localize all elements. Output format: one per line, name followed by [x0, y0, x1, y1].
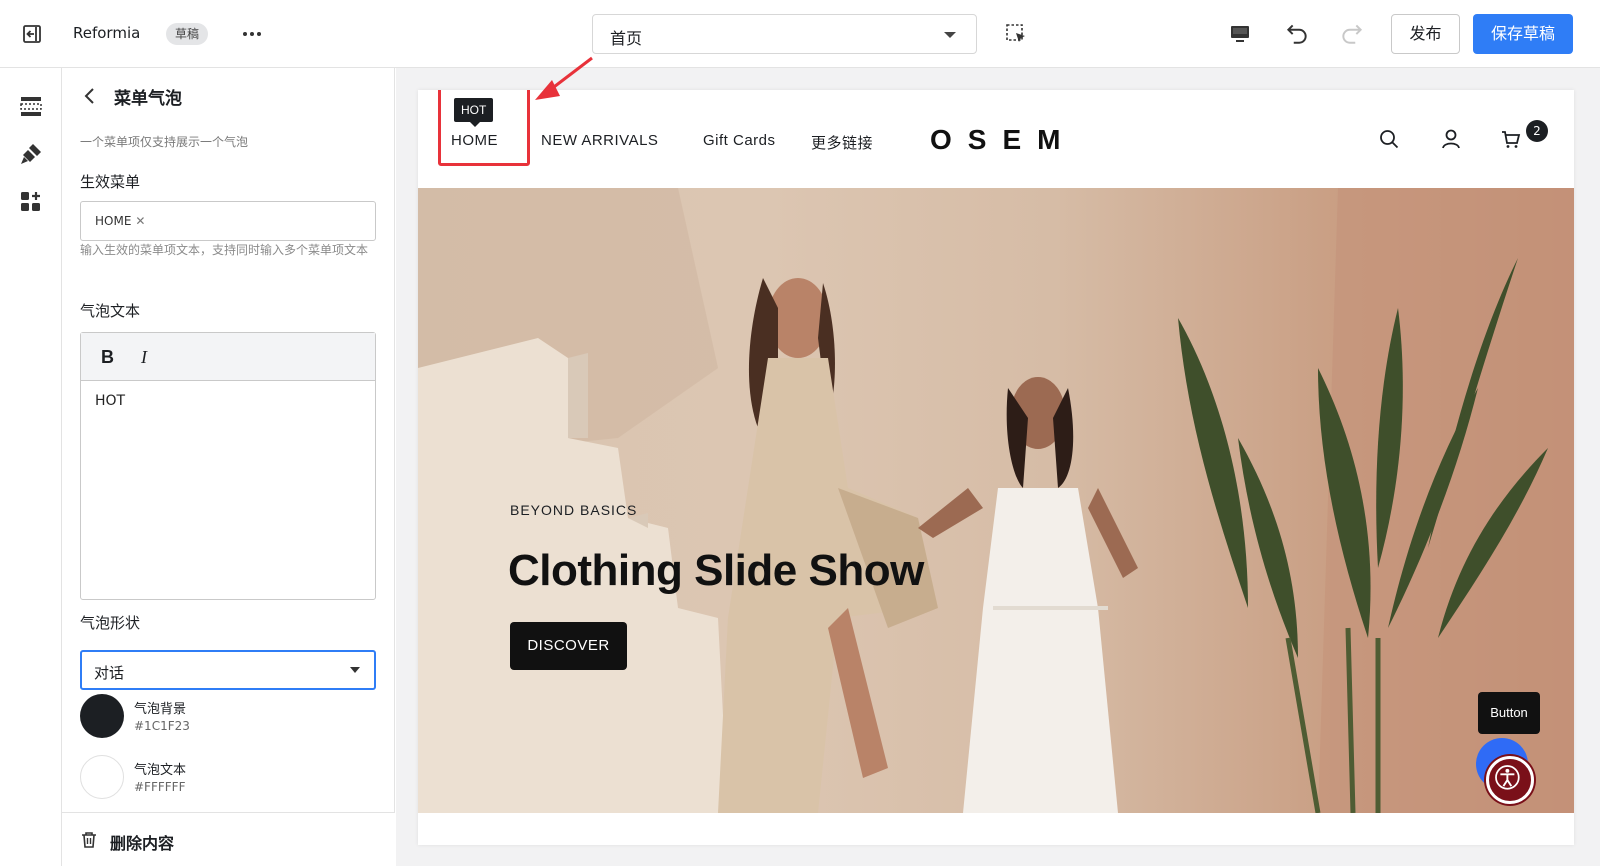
active-menu-label: 生效菜单	[80, 173, 141, 191]
menu-tag: HOME ✕	[89, 210, 152, 232]
store-logo[interactable]: OSEM	[930, 124, 1076, 156]
theme-brush-icon[interactable]	[19, 142, 43, 166]
bold-button[interactable]: B	[101, 347, 114, 368]
bubble-text-color-label: 气泡文本	[134, 763, 187, 778]
chevron-down-icon	[350, 667, 360, 673]
delete-content-button[interactable]: 删除内容	[62, 812, 395, 866]
floating-button[interactable]: Button	[1478, 692, 1540, 734]
app-name: Reformia	[73, 24, 141, 42]
editor-toolbar: B I	[81, 333, 375, 381]
page-selector[interactable]: 首页	[592, 14, 977, 54]
account-icon[interactable]	[1440, 128, 1462, 150]
cart-icon[interactable]	[1500, 128, 1522, 150]
editor-topbar: Reformia 草稿 首页 发布 保存草稿	[0, 0, 1600, 68]
bubble-bg-swatch[interactable]	[80, 694, 124, 738]
panel-description: 一个菜单项仅支持展示一个气泡	[80, 135, 249, 149]
panel-title: 菜单气泡	[114, 89, 182, 109]
page-selector-value: 首页	[610, 29, 643, 48]
save-draft-button[interactable]: 保存草稿	[1473, 14, 1573, 54]
delete-content-label: 删除内容	[110, 834, 175, 853]
store-preview-frame: HOT HOME NEW ARRIVALS Gift Cards 更多链接 OS…	[418, 90, 1574, 845]
bubble-text-editor[interactable]: B I HOT	[80, 332, 376, 600]
bubble-shape-value: 对话	[94, 664, 125, 682]
undo-icon[interactable]	[1284, 20, 1310, 46]
bubble-text-swatch[interactable]	[80, 755, 124, 799]
preview-canvas: HOT HOME NEW ARRIVALS Gift Cards 更多链接 OS…	[396, 68, 1600, 866]
chevron-down-icon	[944, 32, 956, 38]
more-options-icon[interactable]	[240, 22, 264, 46]
nav-item-gift-cards[interactable]: Gift Cards	[703, 132, 776, 149]
bubble-bg-label: 气泡背景	[134, 702, 187, 717]
discover-button[interactable]: DISCOVER	[510, 622, 627, 670]
apps-icon[interactable]	[19, 190, 43, 214]
bubble-shape-select[interactable]: 对话	[80, 650, 376, 690]
back-chevron-icon[interactable]	[80, 86, 100, 106]
settings-panel: 菜单气泡 一个菜单项仅支持展示一个气泡 生效菜单 HOME ✕ 输入生效的菜单项文…	[62, 68, 395, 866]
hero-overline: BEYOND BASICS	[510, 502, 638, 518]
highlight-annotation	[438, 90, 530, 166]
draft-status-badge: 草稿	[166, 23, 209, 45]
select-element-icon[interactable]	[1004, 22, 1028, 46]
bubble-text-label: 气泡文本	[80, 302, 141, 320]
bubble-bg-value: #1C1F23	[134, 719, 190, 733]
store-header: HOT HOME NEW ARRIVALS Gift Cards 更多链接 OS…	[418, 90, 1574, 190]
bubble-text-content[interactable]: HOT	[95, 393, 125, 409]
sections-icon[interactable]	[19, 94, 43, 118]
accessibility-icon[interactable]	[1486, 756, 1534, 804]
trash-icon	[82, 832, 96, 848]
cart-count-badge: 2	[1526, 120, 1548, 142]
active-menu-input[interactable]: HOME ✕	[80, 201, 376, 241]
redo-icon[interactable]	[1339, 20, 1365, 46]
active-menu-hint: 输入生效的菜单项文本，支持同时输入多个菜单项文本	[80, 243, 369, 257]
menu-tag-label: HOME	[95, 214, 132, 228]
hero-image	[418, 188, 1574, 813]
bubble-text-color-value: #FFFFFF	[134, 780, 186, 794]
bubble-shape-label: 气泡形状	[80, 614, 141, 632]
nav-item-new-arrivals[interactable]: NEW ARRIVALS	[541, 132, 658, 149]
sidebar-rail	[0, 68, 62, 866]
hero-slideshow[interactable]: BEYOND BASICS Clothing Slide Show DISCOV…	[418, 188, 1574, 813]
exit-editor-icon[interactable]	[20, 22, 44, 46]
hero-title: Clothing Slide Show	[508, 546, 924, 595]
italic-button[interactable]: I	[141, 347, 147, 368]
remove-tag-icon[interactable]: ✕	[135, 214, 145, 228]
search-icon[interactable]	[1378, 128, 1400, 150]
nav-item-more-links[interactable]: 更多链接	[811, 132, 873, 153]
desktop-preview-icon[interactable]	[1228, 22, 1252, 46]
publish-button[interactable]: 发布	[1391, 14, 1460, 54]
